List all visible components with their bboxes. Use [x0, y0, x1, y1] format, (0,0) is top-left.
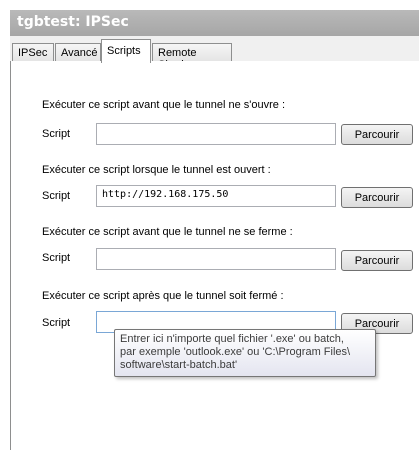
section-label-before-open: Exécuter ce script avant que le tunnel n… — [42, 99, 286, 111]
tab-scripts[interactable]: Scripts — [101, 39, 151, 63]
script-label-before-close: Script — [42, 252, 71, 264]
browse-button-before-close[interactable]: Parcourir — [341, 250, 413, 271]
section-label-when-open: Exécuter ce script lorsque le tunnel est… — [42, 164, 271, 176]
tooltip-line-2: par exemple 'outlook.exe' ou 'C:\Program… — [120, 346, 351, 358]
script-label-when-open: Script — [42, 190, 71, 202]
tab-ipsec[interactable]: IPSec — [12, 43, 54, 62]
script-label-before-open: Script — [42, 128, 71, 140]
tooltip-line-3: software\start-batch.bat' — [120, 359, 238, 371]
script-input-before-close[interactable] — [96, 248, 336, 270]
script-input-before-open[interactable] — [96, 123, 336, 145]
script-input-when-open[interactable]: http://192.168.175.50 — [96, 185, 336, 207]
tab-avance[interactable]: Avancé — [55, 43, 101, 62]
tab-remote-sharing[interactable]: Remote Sharing — [152, 43, 232, 71]
tab-strip: IPSec Avancé Scripts Remote Sharing — [10, 36, 419, 71]
tooltip-line-1: Entrer ici n'importe quel fichier '.exe'… — [120, 333, 344, 345]
section-label-before-close: Exécuter ce script avant que le tunnel n… — [42, 226, 293, 238]
browse-button-before-open[interactable]: Parcourir — [341, 124, 413, 145]
title-bar: tgbtest: IPSec — [10, 10, 419, 36]
section-label-after-close: Exécuter ce script après que le tunnel s… — [42, 290, 284, 302]
script-input-tooltip: Entrer ici n'importe quel fichier '.exe'… — [114, 329, 376, 377]
script-label-after-close: Script — [42, 317, 71, 329]
browse-button-when-open[interactable]: Parcourir — [341, 187, 413, 208]
window-title: tgbtest: IPSec — [17, 14, 129, 30]
